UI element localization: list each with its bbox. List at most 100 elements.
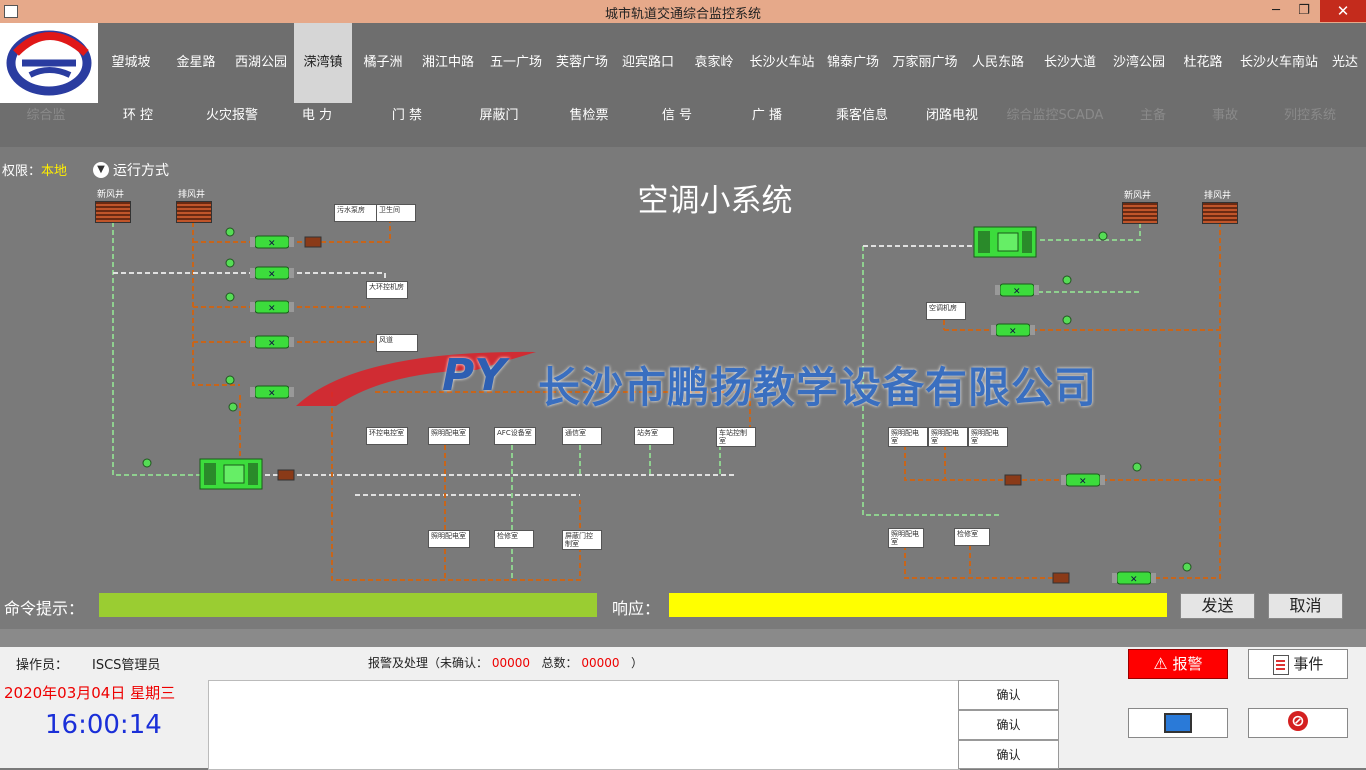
subsystem-tab-1[interactable]: 火灾报警 [186,103,278,129]
status-valve-icon[interactable] [228,402,238,412]
ack-button-3[interactable]: 确认 [958,740,1059,769]
status-valve-icon[interactable] [225,375,235,385]
watermark-company: 长沙市鹏扬教学设备有限公司 [538,363,1098,412]
svg-text:✕: ✕ [1009,327,1017,337]
room-label: 卫生间 [376,204,416,222]
station-tab-1[interactable]: 金星路 [164,23,228,103]
vent-shaft-icon[interactable] [176,201,212,223]
status-valve-icon[interactable] [1132,462,1142,472]
duct-line [904,545,1060,579]
station-tab-9[interactable]: 袁家岭 [682,23,746,103]
status-valve-icon[interactable] [1062,315,1072,325]
hidden-subsystem-tab-3: 事故 [1211,108,1238,123]
subsystem-tab-0[interactable]: 环 控 [92,103,184,129]
room-label: 车站控制室 [716,427,756,447]
fan-unit-icon[interactable]: ✕ [250,385,294,399]
status-valve-icon[interactable] [225,227,235,237]
status-valve-icon[interactable] [1062,275,1072,285]
station-tab-15[interactable]: 沙湾公园 [1106,23,1172,103]
station-tab-10[interactable]: 长沙火车站 [746,23,818,103]
fan-unit-icon[interactable]: ✕ [250,235,294,249]
station-tab-16[interactable]: 杜花路 [1172,23,1234,103]
station-tab-4[interactable]: 橘子洲 [352,23,414,103]
damper-icon[interactable] [1052,572,1070,584]
duct-line [904,445,1220,481]
response-field [669,593,1167,617]
subsystem-tab-6[interactable]: 信 号 [632,103,722,129]
station-tab-8[interactable]: 迎宾路口 [614,23,682,103]
command-input[interactable] [99,593,597,617]
duct-line [1140,222,1221,579]
duct-line [1040,222,1141,241]
fan-unit-icon[interactable]: ✕ [995,283,1039,297]
station-tab-13[interactable]: 人民东路 [962,23,1034,103]
room-label: 照明配电室 [888,427,928,447]
status-valve-icon[interactable] [225,258,235,268]
alarm-list[interactable] [208,680,960,770]
monitor-button[interactable] [1128,708,1228,738]
hidden-subsystem-tab-1: 综合监控SCADA [1006,108,1104,123]
damper-icon[interactable] [277,469,295,481]
svg-text:✕: ✕ [268,339,276,349]
status-valve-icon[interactable] [1182,562,1192,572]
damper-icon[interactable] [1004,474,1022,486]
divider [0,629,1366,647]
station-tab-17[interactable]: 长沙火车南站 [1234,23,1324,103]
subsystem-tab-7[interactable]: 广 播 [722,103,812,129]
minimize-button[interactable]: ─ [1262,0,1290,22]
subsystem-tab-9[interactable]: 闭路电视 [906,103,998,129]
station-tab-3[interactable]: 溁湾镇 [294,23,352,103]
date-display: 2020年03月04日 星期三 [4,684,176,702]
duct-line [331,392,581,581]
status-valve-icon[interactable] [225,292,235,302]
fan-unit-icon[interactable]: ✕ [250,335,294,349]
prohibit-icon: ⊘ [1288,711,1308,731]
send-button[interactable]: 发送 [1180,593,1255,619]
station-tab-11[interactable]: 锦泰广场 [818,23,888,103]
fan-unit-icon[interactable]: ✕ [1112,571,1156,585]
damper-icon[interactable] [304,236,322,248]
duct-line [192,222,240,386]
station-tab-7[interactable]: 芙蓉广场 [550,23,614,103]
subsystem-tab-4[interactable]: 屏蔽门 [454,103,544,129]
station-tab-2[interactable]: 西湖公园 [228,23,294,103]
subsystem-tab-5[interactable]: 售检票 [544,103,634,129]
subsystem-tab-2[interactable]: 电 力 [272,103,362,129]
station-tab-6[interactable]: 五一广场 [482,23,550,103]
close-button[interactable]: ✕ [1320,0,1366,22]
air-handling-unit-icon[interactable] [973,226,1037,258]
vent-label: 新风井 [1124,191,1152,201]
station-tab-18[interactable]: 光达 [1324,23,1366,103]
alarm-button[interactable]: ⚠ 报警 [1128,649,1228,679]
status-valve-icon[interactable] [1098,231,1108,241]
vent-shaft-icon[interactable] [1122,202,1158,224]
ack-button-1[interactable]: 确认 [958,680,1059,710]
fan-unit-icon[interactable]: ✕ [1061,473,1105,487]
document-icon [1272,654,1289,675]
station-tab-5[interactable]: 湘江中路 [414,23,482,103]
fan-unit-icon[interactable]: ✕ [991,323,1035,337]
air-handling-unit-icon[interactable] [199,458,263,490]
vent-shaft-icon[interactable] [1202,202,1238,224]
fan-unit-icon[interactable]: ✕ [250,300,294,314]
maximize-button[interactable]: ❐ [1290,0,1318,22]
exit-button[interactable]: ⊘ [1248,708,1348,738]
subsystem-tab-8[interactable]: 乘客信息 [812,103,912,129]
vent-label: 新风井 [97,190,125,200]
fan-unit-icon[interactable]: ✕ [250,266,294,280]
hidden-subsystem-tab-0: 综合监 [26,108,66,123]
cancel-button[interactable]: 取消 [1268,593,1343,619]
command-label: 命令提示： [4,599,85,618]
ack-button-2[interactable]: 确认 [958,710,1059,740]
station-tab-14[interactable]: 长沙大道 [1034,23,1106,103]
svg-text:✕: ✕ [268,239,276,249]
event-button[interactable]: 事件 [1248,649,1348,679]
station-tab-12[interactable]: 万家丽广场 [888,23,962,103]
operator-label: 操作员： [16,658,69,673]
status-valve-icon[interactable] [142,458,152,468]
station-tab-0[interactable]: 望城坡 [100,23,162,103]
hidden-subsystem-tab-2: 主备 [1139,108,1166,123]
subsystem-tab-3[interactable]: 门 禁 [362,103,452,129]
metro-logo [0,23,98,103]
vent-shaft-icon[interactable] [95,201,131,223]
